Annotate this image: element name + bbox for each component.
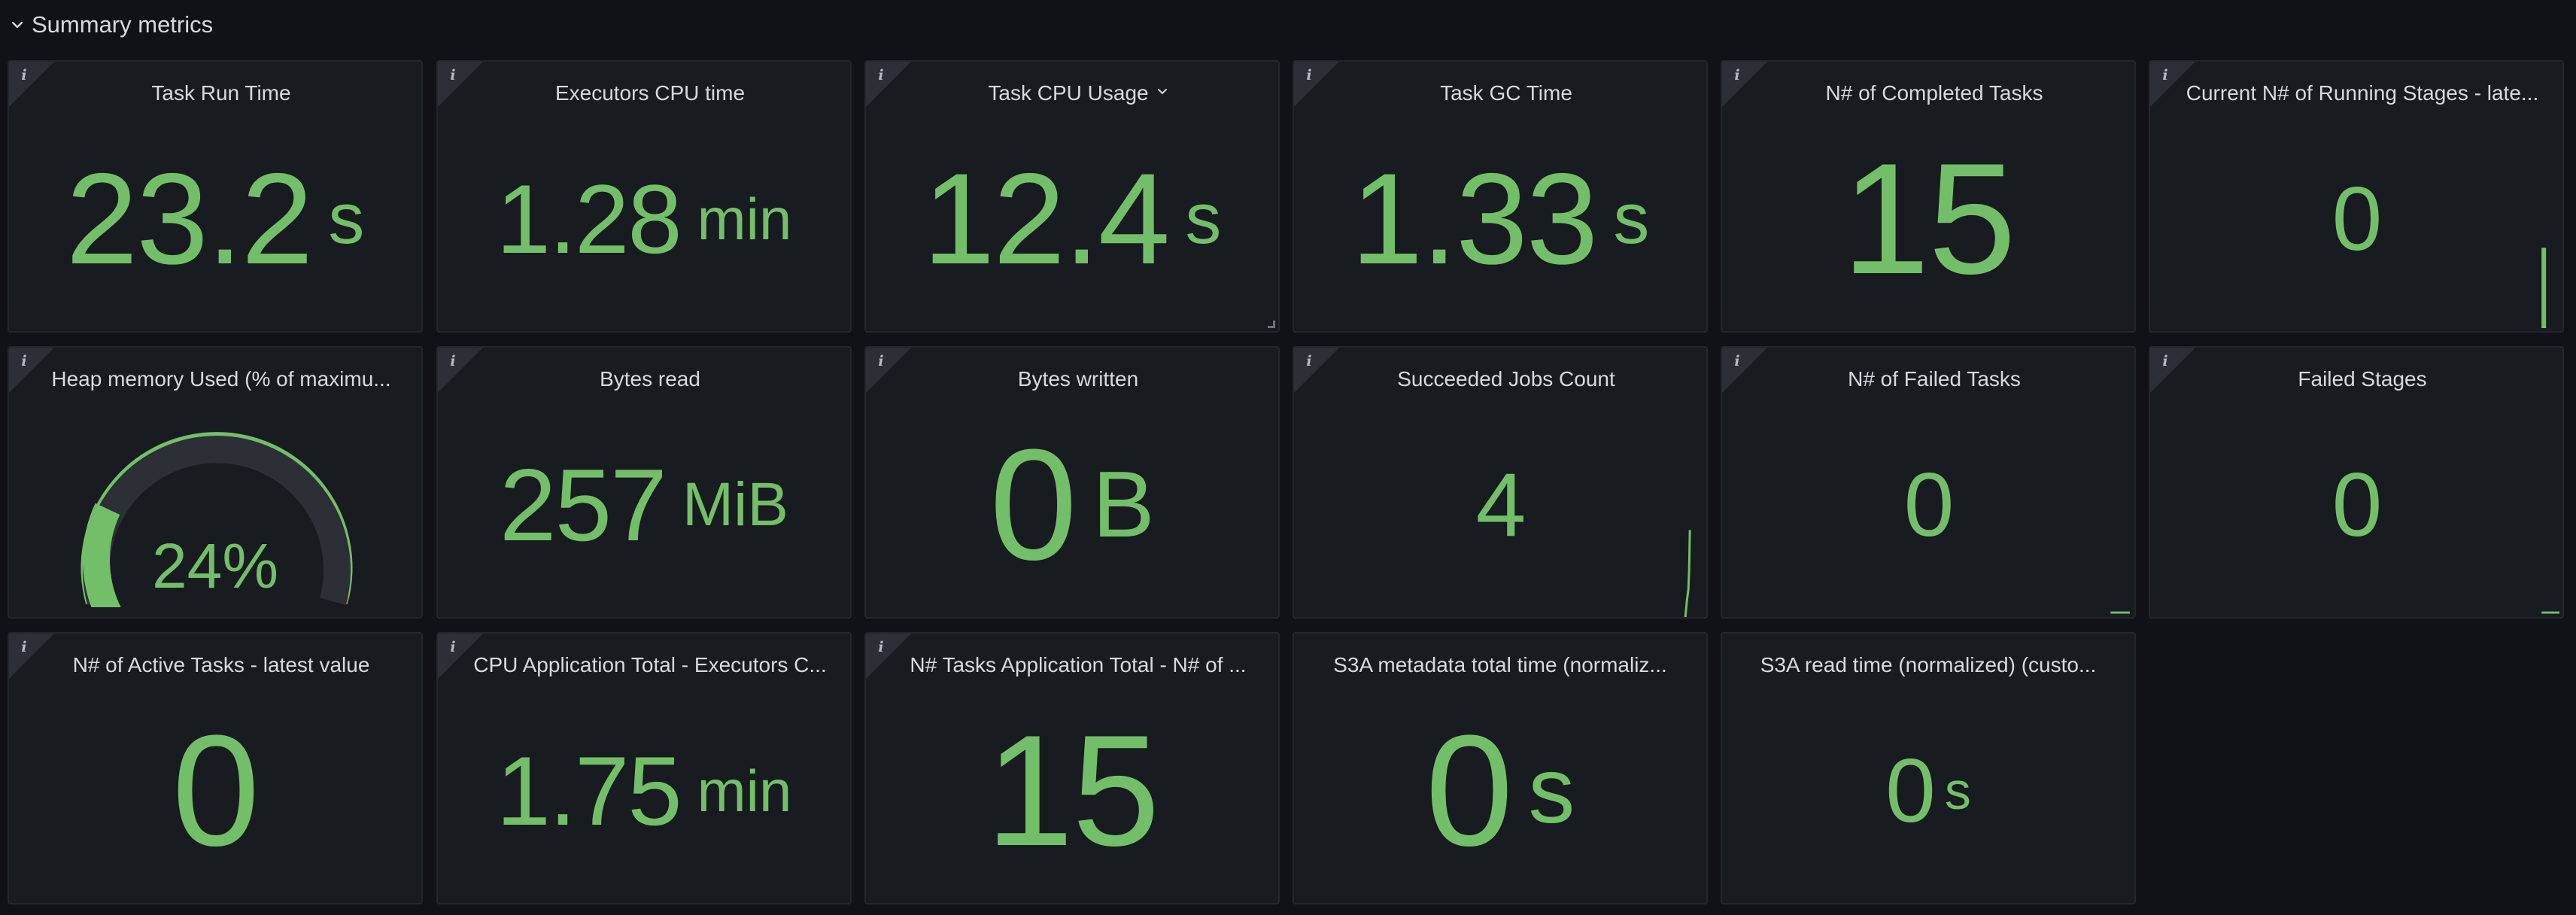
stat-number: 0 <box>1885 740 1936 841</box>
sparkline <box>1684 530 1691 617</box>
panel-title[interactable]: Heap memory Used (% of maximu... <box>36 364 406 394</box>
panel-title[interactable]: CPU Application Total - Executors C... <box>465 650 835 680</box>
stat-unit: min <box>697 186 792 252</box>
panel-bytes-written[interactable]: i Bytes written 0 B <box>864 346 1280 619</box>
stat-value: 15 <box>866 686 1278 895</box>
sparkline <box>2541 611 2560 614</box>
panel-heap-memory[interactable]: i Heap memory Used (% of maximu... 24% <box>8 346 423 619</box>
stat-unit: s <box>1185 178 1222 259</box>
info-icon[interactable]: i <box>873 352 889 370</box>
stat-value: 15 <box>1722 114 2134 324</box>
panel-title[interactable]: S3A read time (normalized) (custo... <box>1737 650 2119 680</box>
panel-title[interactable]: N# of Completed Tasks <box>1749 78 2119 108</box>
stat-unit: min <box>697 758 792 824</box>
info-icon[interactable]: i <box>445 638 460 656</box>
stat-number: 1.75 <box>496 736 682 846</box>
row-title: Summary metrics <box>32 11 214 38</box>
sparkline <box>2541 248 2547 329</box>
panel-cpu-application-total[interactable]: i CPU Application Total - Executors C...… <box>436 632 852 904</box>
stat-value: 0 s <box>1722 686 2134 895</box>
stat-number: 15 <box>986 702 1160 879</box>
panel-bytes-read[interactable]: i Bytes read 257 MiB <box>436 346 852 619</box>
stat-unit: s <box>1944 761 1971 820</box>
info-icon[interactable]: i <box>1302 66 1317 84</box>
resize-handle[interactable] <box>1268 321 1275 328</box>
panel-completed-tasks[interactable]: i N# of Completed Tasks 15 <box>1721 60 2136 333</box>
stat-number: 0 <box>1425 702 1514 879</box>
stat-value: 0 s <box>1294 686 1706 895</box>
stat-value: 23.2 s <box>9 114 421 324</box>
gauge-value: 24% <box>151 530 279 601</box>
panel-title[interactable]: N# Tasks Application Total - N# of ... <box>893 650 1263 680</box>
panel-failed-tasks[interactable]: i N# of Failed Tasks 0 <box>1721 346 2136 619</box>
info-icon[interactable]: i <box>17 352 32 370</box>
panel-title[interactable]: N# of Active Tasks - latest value <box>36 650 406 680</box>
stat-number: 257 <box>499 448 667 562</box>
panel-executors-cpu-time[interactable]: i Executors CPU time 1.28 min <box>436 60 852 333</box>
stat-value: 1.75 min <box>438 686 850 895</box>
panel-title[interactable]: Task Run Time <box>36 78 406 108</box>
panel-title-menu[interactable]: Task CPU Usage <box>893 78 1263 108</box>
panel-succeeded-jobs[interactable]: i Succeeded Jobs Count 4 <box>1293 346 1708 619</box>
stat-unit: s <box>1613 178 1650 259</box>
row-toggle-summary-metrics[interactable]: Summary metrics <box>9 6 213 44</box>
stat-unit: s <box>328 178 365 259</box>
stat-number: 1.33 <box>1350 147 1599 291</box>
info-icon[interactable]: i <box>17 66 32 84</box>
panel-title[interactable]: Task CPU Usage <box>988 81 1148 105</box>
stat-value: 257 MiB <box>438 400 850 609</box>
info-icon[interactable]: i <box>873 66 889 84</box>
chevron-down-icon[interactable] <box>1156 86 1168 102</box>
panel-task-gc-time[interactable]: i Task GC Time 1.33 s <box>1293 60 1708 333</box>
info-icon[interactable]: i <box>873 638 889 656</box>
stat-number: 15 <box>1842 130 2016 307</box>
info-icon[interactable]: i <box>445 66 460 84</box>
stat-value: 12.4 s <box>866 114 1278 324</box>
panel-title[interactable]: Bytes written <box>893 364 1263 394</box>
stat-value: 1.28 min <box>438 114 850 324</box>
panel-s3a-metadata-time[interactable]: S3A metadata total time (normaliz... 0 s <box>1293 632 1708 904</box>
stat-unit: s <box>1528 739 1575 843</box>
panel-tasks-application-total[interactable]: i N# Tasks Application Total - N# of ...… <box>864 632 1280 904</box>
stat-value: 0 <box>9 686 421 895</box>
info-icon[interactable]: i <box>1730 66 1745 84</box>
stat-number: 12.4 <box>922 147 1171 291</box>
chevron-down-icon <box>9 17 26 33</box>
panel-title[interactable]: Task GC Time <box>1321 78 1691 108</box>
stat-number: 0 <box>989 416 1077 593</box>
panel-title[interactable]: Executors CPU time <box>465 78 835 108</box>
panel-s3a-read-time[interactable]: S3A read time (normalized) (custo... 0 s <box>1721 632 2136 904</box>
stat-number: 0 <box>172 702 260 879</box>
stat-number: 23.2 <box>65 147 314 291</box>
panel-active-tasks[interactable]: i N# of Active Tasks - latest value 0 <box>8 632 423 904</box>
info-icon[interactable]: i <box>445 352 460 370</box>
panel-title[interactable]: Bytes read <box>465 364 835 394</box>
panel-task-run-time[interactable]: i Task Run Time 23.2 s <box>8 60 423 333</box>
stat-value: 1.33 s <box>1294 114 1706 324</box>
panel-running-stages[interactable]: i Current N# of Running Stages - late...… <box>2149 60 2564 333</box>
stat-number: 1.28 <box>496 164 682 274</box>
panel-title[interactable]: S3A metadata total time (normaliz... <box>1309 650 1691 680</box>
dashboard: Summary metrics i Task Run Time 23.2 s i… <box>0 0 2576 915</box>
panel-failed-stages[interactable]: i Failed Stages 0 <box>2149 346 2564 619</box>
stat-unit: B <box>1092 453 1155 557</box>
panel-task-cpu-usage[interactable]: i Task CPU Usage 12.4 s <box>864 60 1280 333</box>
stat-value: 0 B <box>866 400 1278 609</box>
stat-unit: MiB <box>682 470 789 539</box>
info-icon[interactable]: i <box>17 638 32 656</box>
sparkline <box>2110 611 2131 614</box>
